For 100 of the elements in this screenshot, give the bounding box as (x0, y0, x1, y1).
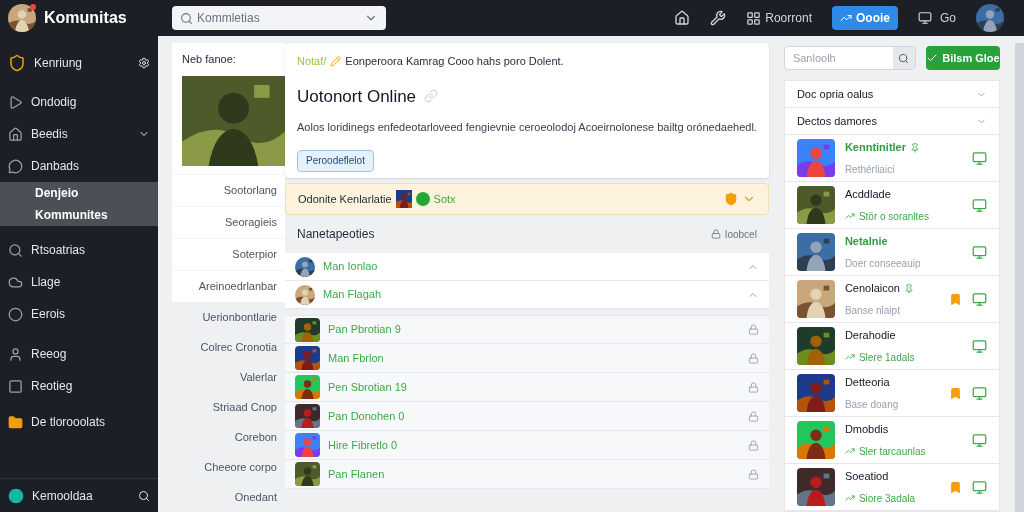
game-item[interactable]: Derahodie Slere 1adals (784, 323, 999, 370)
screen-icon (918, 11, 932, 25)
search-field[interactable]: Sanloolh (783, 46, 916, 70)
search-icon[interactable] (138, 489, 150, 502)
game-item[interactable]: Detteoria Base doang (784, 370, 999, 417)
sidebar-item[interactable]: Reotieg (0, 370, 158, 402)
card-title: Neb fanoe: (182, 52, 237, 67)
scrollbar[interactable] (1015, 43, 1024, 512)
screen-link[interactable]: Go (918, 9, 956, 27)
game-status: Doer conseeauip (844, 256, 922, 271)
screen-icon[interactable] (972, 479, 987, 495)
sidebar-item[interactable]: Beedis (0, 118, 158, 150)
game-status: Rethérliaici (844, 162, 896, 177)
game-item[interactable]: Cenolaicon Banse nlaipt (784, 276, 999, 323)
sidebar-item[interactable]: Llage (0, 266, 158, 298)
nav-link[interactable]: Roorront (746, 9, 812, 27)
shield-icon (723, 192, 738, 206)
home-icon[interactable] (674, 10, 691, 26)
lock-icon (747, 352, 759, 364)
game-status: Sler tarcaunlas (858, 444, 926, 459)
lock-icon (747, 468, 759, 480)
game-name: Derahodie (844, 328, 896, 344)
primary-button[interactable]: Oooie (831, 6, 898, 30)
search-icon (8, 242, 23, 258)
friend-name: Pan Pbrotian 9 (328, 322, 402, 338)
game-item[interactable]: Soeatiod Siore 3adala (784, 464, 999, 511)
link-icon (424, 89, 439, 104)
game-item[interactable]: Dmobdis Sler tarcaunlas (784, 417, 999, 464)
sidebar-item[interactable]: Eerois (0, 298, 158, 330)
game-item[interactable]: Kenntinitler Rethérliaici (784, 135, 999, 182)
note-text: Eonperoora Kamrag Cooo hahs poro Dolent. (345, 54, 564, 69)
friend-name: Man Ionlao (323, 259, 379, 275)
search-input[interactable]: Kommletias (197, 9, 360, 27)
friend-name: Pen Sbrotian 19 (328, 379, 408, 395)
filter-dropdown[interactable]: Doc opria oalus (784, 81, 999, 108)
category-label: Striaad Cnop (212, 399, 277, 415)
lock-icon (747, 439, 759, 451)
sidebar-item[interactable]: Denjeio (0, 182, 158, 204)
sidebar-item[interactable]: Rtsoatrias (0, 234, 158, 266)
game-status: Banse nlaipt (844, 303, 901, 318)
category-label: Areinoedrlanbar (198, 279, 277, 295)
sidebar-item[interactable]: Danbads (0, 150, 158, 182)
wrench-icon[interactable] (710, 10, 727, 26)
game-name: Dmobdis (844, 422, 889, 438)
category-label: Corebon (234, 429, 277, 445)
avatar-icon (8, 487, 24, 504)
screen-icon[interactable] (972, 385, 987, 401)
screen-icon[interactable] (972, 244, 987, 260)
home-icon (8, 126, 23, 142)
game-status: Stör o soranltes (858, 209, 929, 224)
grid-icon (746, 10, 762, 26)
chat-icon (8, 158, 23, 174)
screen-icon[interactable] (972, 338, 987, 354)
action-button[interactable]: Peroodeflelot (297, 149, 374, 172)
banner: Odonite Kenlarlatie Sotx (285, 183, 769, 215)
category-label: Uerionbontlarie (202, 309, 277, 325)
screen-icon[interactable] (972, 291, 987, 307)
note-tag: Notaf/ (297, 53, 327, 70)
sidebar-item[interactable]: Ondodig (0, 86, 158, 118)
game-name: Netalnie (844, 234, 888, 250)
lock-icon (747, 324, 759, 335)
screen-icon[interactable] (972, 150, 987, 166)
brand-name: Komunitas (44, 8, 127, 28)
sidebar-footer[interactable]: Kemooldaa (0, 478, 158, 512)
pencil-icon (330, 55, 342, 67)
status-text: Sotx (433, 191, 456, 207)
search-icon[interactable] (898, 52, 910, 64)
friend-name: Man Fbrlon (328, 350, 385, 366)
page-title: Uotonort Online (297, 85, 417, 108)
cloud-icon (8, 274, 23, 290)
search-icon (180, 11, 193, 25)
friend-name: Pan Donohen 0 (328, 408, 406, 424)
filter-dropdown[interactable]: Dectos damores (784, 108, 999, 135)
shield-icon (8, 54, 26, 72)
sidebar-item[interactable]: De tlorooolats (0, 406, 158, 438)
lock-icon (747, 410, 759, 422)
person-icon (8, 346, 23, 362)
sidebar-item[interactable]: Reeog (0, 338, 158, 370)
sidebar-header[interactable]: Kenriung (0, 48, 158, 78)
sidebar-item[interactable]: Kommunites (0, 204, 158, 226)
game-name: Cenolaicon (844, 281, 900, 297)
lock-icon (710, 229, 721, 239)
category-label: Colrec Cronotia (200, 339, 277, 355)
game-name: Acddlade (844, 187, 891, 203)
game-name: Soeatiod (844, 469, 889, 485)
game-status: Siore 3adala (858, 491, 916, 506)
category-label: Onedant (234, 489, 277, 505)
friend-name: Pan Flanen (328, 466, 386, 482)
category-label: Valerlar (239, 369, 277, 385)
search-input[interactable]: Sanloolh (784, 47, 893, 69)
category-label: Sootorlang (223, 183, 277, 199)
game-item[interactable]: Netalnie Doer conseeauip (784, 229, 999, 276)
screen-icon[interactable] (972, 197, 987, 213)
screen-icon[interactable] (972, 432, 987, 448)
category-label: Cheeore corpo (204, 459, 277, 475)
trend-icon (839, 12, 852, 24)
game-item[interactable]: Acddlade Stör o soranltes (784, 182, 999, 229)
check-icon (926, 52, 939, 64)
search-field[interactable]: Kommletias (172, 6, 386, 30)
section-link[interactable]: Ioobcel (710, 226, 757, 242)
